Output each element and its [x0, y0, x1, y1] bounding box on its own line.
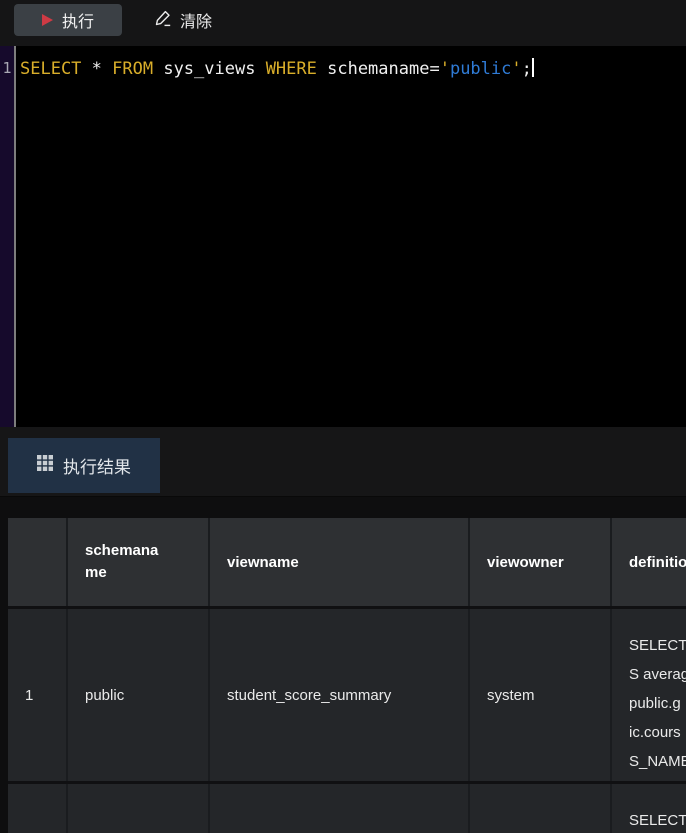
tab-label: 执行结果 — [63, 458, 131, 477]
tab-execution-results[interactable]: 执行结果 — [8, 438, 160, 493]
pencil-icon — [154, 9, 172, 32]
table-row[interactable]: SELECT — [8, 781, 686, 833]
table-row[interactable]: 1 public student_score_summary system SE… — [8, 606, 686, 781]
cell-viewowner — [470, 784, 612, 833]
header-definition: definition — [612, 518, 686, 606]
cell-viewname — [210, 784, 470, 833]
definition-line: SELECT — [629, 812, 686, 829]
sql-text: schemaname= — [316, 59, 440, 79]
cell-schemaname: public — [68, 609, 210, 781]
execute-button[interactable]: 执行 — [14, 4, 122, 36]
cell-schemaname — [68, 784, 210, 833]
sql-quote: ' — [511, 59, 522, 79]
results-tab-bar: 执行结果 — [0, 427, 686, 497]
play-icon — [41, 14, 53, 26]
definition-line: S averag — [629, 666, 686, 683]
header-row-number — [8, 518, 68, 606]
header-viewowner: viewowner — [470, 518, 612, 606]
header-viewname: viewname — [210, 518, 470, 606]
definition-line: ic.cours — [629, 724, 681, 741]
sql-keyword: SELECT — [20, 59, 82, 79]
cell-viewname: student_score_summary — [210, 609, 470, 781]
clear-button[interactable]: 清除 — [154, 8, 212, 32]
definition-line: SELECT — [629, 637, 686, 654]
cell-definition: SELECT — [612, 784, 686, 833]
table-header-row: schemaname viewname viewowner definition — [8, 518, 686, 606]
sql-text: sys_views — [153, 59, 266, 79]
line-number-gutter: 1 — [0, 46, 16, 427]
sql-keyword: WHERE — [265, 59, 317, 79]
sql-quote: ' — [439, 59, 450, 79]
cell-viewowner: system — [470, 609, 612, 781]
definition-line: S_NAME — [629, 753, 686, 770]
sql-keyword: FROM — [112, 59, 154, 79]
sql-editor[interactable]: 1 SELECT * FROM sys_views WHERE schemana… — [0, 46, 686, 427]
header-schemaname: schemaname — [68, 518, 210, 606]
execute-button-label: 执行 — [61, 14, 94, 31]
results-panel: 执行结果 schemaname viewname viewowner defin… — [0, 427, 686, 833]
sql-text: ; — [521, 59, 532, 79]
results-table: schemaname viewname viewowner definition… — [8, 518, 686, 833]
sql-text: * — [81, 59, 113, 79]
sql-code-line[interactable]: SELECT * FROM sys_views WHERE schemaname… — [16, 46, 686, 427]
text-cursor — [531, 58, 534, 77]
toolbar: 执行 清除 — [0, 0, 686, 46]
cell-row-number: 1 — [8, 609, 68, 781]
sql-string: public — [449, 59, 512, 79]
line-number: 1 — [2, 59, 12, 77]
table-grid-icon — [37, 455, 53, 476]
definition-line: public.g — [629, 695, 681, 712]
cell-definition: SELECT S averag public.g ic.cours S_NAME — [612, 609, 686, 781]
cell-row-number — [8, 784, 68, 833]
clear-button-label: 清除 — [180, 14, 213, 31]
